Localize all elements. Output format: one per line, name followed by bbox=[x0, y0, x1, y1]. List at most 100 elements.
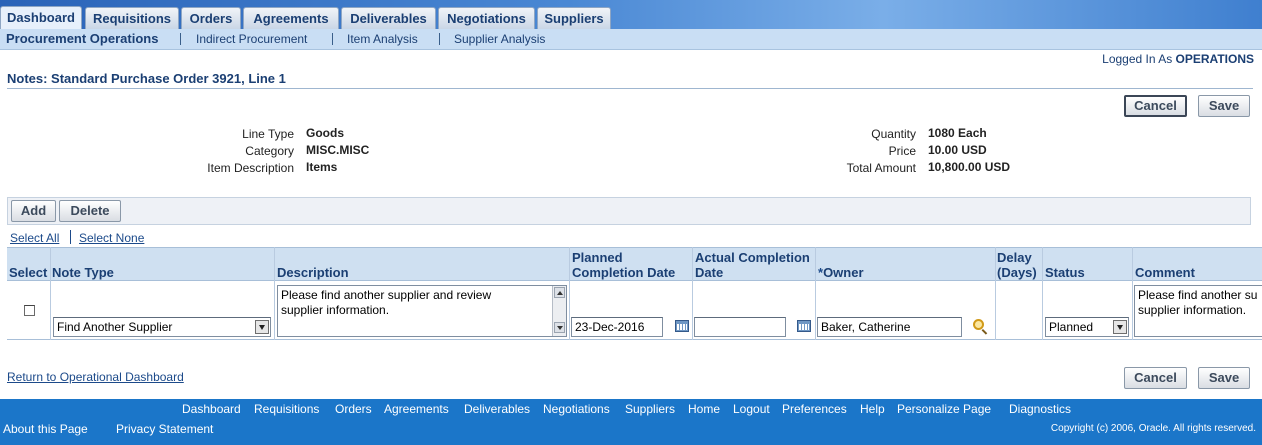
column-divider bbox=[692, 247, 693, 340]
header-planned-completion-date: Planned Completion Date bbox=[572, 250, 675, 280]
header-actual-line1: Actual Completion bbox=[695, 250, 810, 265]
header-note-type: Note Type bbox=[52, 265, 114, 280]
total-amount-value: 10,800.00 USD bbox=[928, 160, 1011, 174]
row-select-checkbox[interactable] bbox=[24, 305, 35, 316]
dropdown-arrow-icon[interactable] bbox=[255, 320, 269, 334]
header-actual-completion-date: Actual Completion Date bbox=[695, 250, 810, 280]
footer-link-deliverables[interactable]: Deliverables bbox=[464, 402, 530, 416]
header-delay-line2: (Days) bbox=[997, 265, 1037, 280]
comment-textarea[interactable]: Please find another su supplier informat… bbox=[1134, 285, 1262, 337]
page-title: Notes: Standard Purchase Order 3921, Lin… bbox=[7, 71, 286, 86]
line-type-value: Goods bbox=[306, 126, 344, 140]
table-toolbar bbox=[7, 197, 1251, 225]
global-tab-bar: Dashboard Requisitions Orders Agreements… bbox=[0, 0, 1262, 30]
footer-link-requisitions[interactable]: Requisitions bbox=[254, 402, 319, 416]
quantity-value: 1080 Each bbox=[928, 126, 987, 140]
tab-orders[interactable]: Orders bbox=[181, 7, 241, 29]
subtab-item-analysis[interactable]: Item Analysis bbox=[347, 32, 418, 46]
select-all-link[interactable]: Select All bbox=[10, 231, 59, 245]
tab-requisitions[interactable]: Requisitions bbox=[85, 7, 179, 29]
description-line1: Please find another supplier and review bbox=[281, 288, 492, 302]
footer-link-preferences[interactable]: Preferences bbox=[782, 402, 847, 416]
calendar-icon[interactable] bbox=[675, 320, 689, 332]
title-divider bbox=[7, 88, 1253, 89]
price-value: 10.00 USD bbox=[928, 143, 987, 157]
column-divider bbox=[569, 247, 570, 340]
logged-in-user: OPERATIONS bbox=[1175, 52, 1254, 66]
tab-dashboard[interactable]: Dashboard bbox=[0, 6, 82, 30]
header-planned-line2: Completion Date bbox=[572, 265, 676, 280]
select-none-link[interactable]: Select None bbox=[79, 231, 144, 245]
actual-completion-date-input[interactable] bbox=[694, 317, 786, 337]
cancel-button[interactable]: Cancel bbox=[1124, 95, 1187, 117]
save-button-bottom[interactable]: Save bbox=[1198, 367, 1250, 389]
footer-link-dashboard[interactable]: Dashboard bbox=[182, 402, 241, 416]
subtab-supplier-analysis[interactable]: Supplier Analysis bbox=[454, 32, 545, 46]
description-scrollbar[interactable] bbox=[552, 286, 566, 336]
privacy-statement-link[interactable]: Privacy Statement bbox=[116, 422, 213, 436]
footer-link-personalize-page[interactable]: Personalize Page bbox=[897, 402, 991, 416]
footer-link-suppliers[interactable]: Suppliers bbox=[625, 402, 675, 416]
header-description: Description bbox=[277, 265, 349, 280]
category-value: MISC.MISC bbox=[306, 143, 370, 157]
header-actual-line2: Date bbox=[695, 265, 724, 280]
note-type-select[interactable]: Find Another Supplier bbox=[53, 317, 271, 337]
tab-suppliers[interactable]: Suppliers bbox=[537, 7, 611, 29]
add-button[interactable]: Add bbox=[11, 200, 56, 222]
price-label: Price bbox=[888, 144, 916, 158]
scroll-up-icon[interactable] bbox=[554, 287, 565, 298]
header-status: Status bbox=[1045, 265, 1085, 280]
comment-line2: supplier information. bbox=[1138, 303, 1247, 317]
header-owner-label: Owner bbox=[823, 265, 864, 280]
subtab-separator bbox=[180, 33, 181, 45]
footer-link-help[interactable]: Help bbox=[860, 402, 885, 416]
footer-link-orders[interactable]: Orders bbox=[335, 402, 372, 416]
selection-separator bbox=[70, 230, 71, 244]
copyright-text: Copyright (c) 2006, Oracle. All rights r… bbox=[1050, 423, 1256, 434]
column-divider bbox=[995, 247, 996, 340]
item-description-value: Items bbox=[306, 160, 338, 174]
footer-link-logout[interactable]: Logout bbox=[733, 402, 770, 416]
footer-link-agreements[interactable]: Agreements bbox=[384, 402, 449, 416]
header-delay-line1: Delay bbox=[997, 250, 1032, 265]
footer-link-home[interactable]: Home bbox=[688, 402, 720, 416]
subtab-procurement-operations[interactable]: Procurement Operations bbox=[6, 31, 158, 46]
note-type-value: Find Another Supplier bbox=[57, 320, 173, 334]
owner-input[interactable]: Baker, Catherine bbox=[817, 317, 962, 337]
search-icon[interactable] bbox=[973, 319, 984, 330]
header-comment: Comment bbox=[1135, 265, 1195, 280]
about-this-page-link[interactable]: About this Page bbox=[3, 422, 88, 436]
header-select: Select bbox=[9, 265, 48, 280]
planned-completion-date-input[interactable]: 23-Dec-2016 bbox=[571, 317, 663, 337]
description-line2: supplier information. bbox=[281, 303, 390, 317]
column-divider bbox=[274, 247, 275, 340]
subtab-indirect-procurement[interactable]: Indirect Procurement bbox=[196, 32, 307, 46]
delete-button[interactable]: Delete bbox=[59, 200, 121, 222]
logged-in-label: Logged In As bbox=[1102, 52, 1173, 66]
column-divider bbox=[50, 247, 51, 340]
return-to-dashboard-link[interactable]: Return to Operational Dashboard bbox=[7, 370, 184, 384]
scroll-down-icon[interactable] bbox=[554, 322, 565, 333]
header-delay-days: Delay (Days) bbox=[997, 250, 1037, 280]
header-planned-line1: Planned bbox=[572, 250, 623, 265]
column-divider bbox=[815, 247, 816, 340]
total-amount-label: Total Amount bbox=[846, 161, 916, 175]
calendar-icon[interactable] bbox=[797, 320, 811, 332]
owner-value: Baker, Catherine bbox=[821, 320, 911, 334]
subtab-bar: Procurement Operations Indirect Procurem… bbox=[0, 29, 1262, 50]
cancel-button-bottom[interactable]: Cancel bbox=[1124, 367, 1187, 389]
tab-deliverables[interactable]: Deliverables bbox=[341, 7, 436, 29]
footer-link-diagnostics[interactable]: Diagnostics bbox=[1009, 402, 1071, 416]
save-button[interactable]: Save bbox=[1198, 95, 1250, 117]
column-divider bbox=[1042, 247, 1043, 340]
comment-line1: Please find another su bbox=[1138, 288, 1258, 302]
column-divider bbox=[1132, 247, 1133, 340]
item-description-label: Item Description bbox=[207, 161, 294, 175]
line-type-label: Line Type bbox=[242, 127, 294, 141]
tab-negotiations[interactable]: Negotiations bbox=[438, 7, 535, 29]
description-textarea[interactable]: Please find another supplier and review … bbox=[277, 285, 567, 337]
dropdown-arrow-icon[interactable] bbox=[1113, 320, 1127, 334]
category-label: Category bbox=[245, 144, 294, 158]
tab-agreements[interactable]: Agreements bbox=[243, 7, 339, 29]
footer-link-negotiations[interactable]: Negotiations bbox=[543, 402, 610, 416]
